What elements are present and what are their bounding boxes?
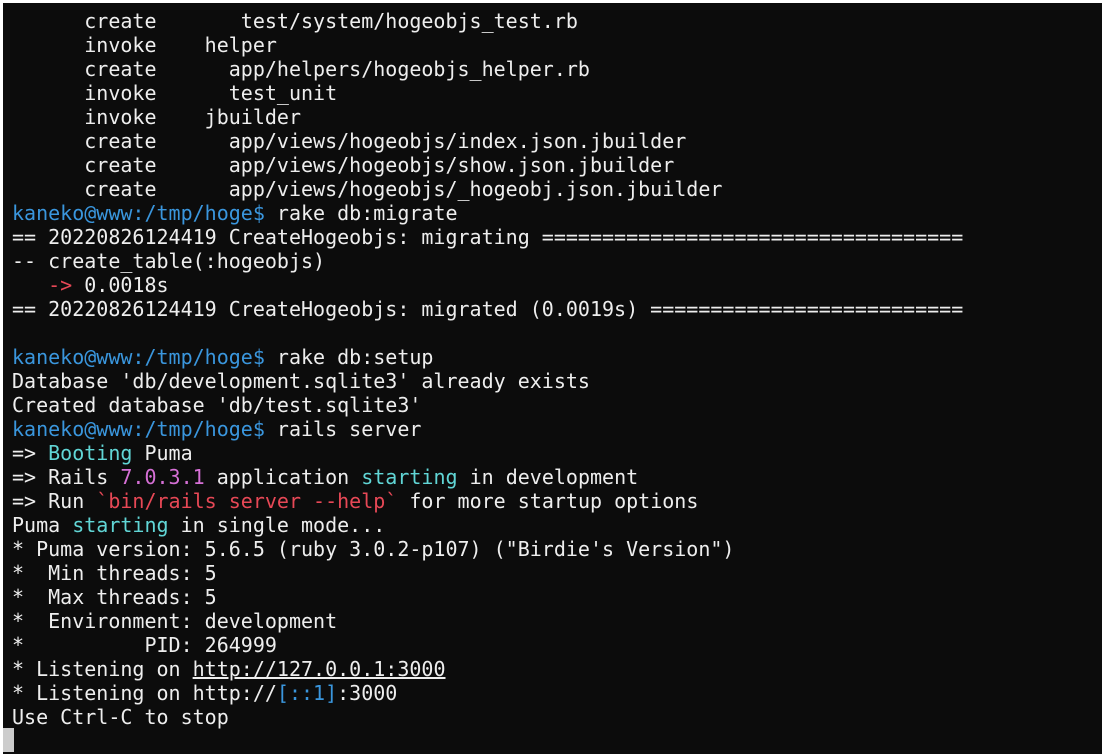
output-text: rails server — [264, 417, 422, 441]
output-text: rake db:setup — [264, 345, 434, 369]
output-text: Created database 'db/test.sqlite3' — [12, 393, 422, 417]
terminal-line: => Run `bin/rails server --help` for mor… — [12, 489, 963, 513]
output-text: rake db:migrate — [264, 201, 458, 225]
terminal-line: * PID: 264999 — [12, 633, 963, 657]
output-text: Use Ctrl-C to stop — [12, 705, 229, 729]
output-text: create app/views/hogeobjs/index.json.jbu… — [12, 129, 687, 153]
terminal-line: * Listening on http://127.0.0.1:3000 — [12, 657, 963, 681]
terminal-line: => Rails 7.0.3.1 application starting in… — [12, 465, 963, 489]
terminal-line: create test/system/hogeobjs_test.rb — [12, 9, 963, 33]
output-text: for more startup options — [397, 489, 699, 513]
url-link[interactable]: http://127.0.0.1:3000 — [193, 657, 446, 681]
output-text: * Min threads: 5 — [12, 561, 217, 585]
prompt-text: [::1] — [276, 681, 338, 705]
output-text: invoke test_unit — [12, 81, 338, 105]
output-text: in single mode... — [168, 513, 386, 537]
prompt-text: kaneko@www:/tmp/hoge$ — [12, 417, 265, 441]
output-text: invoke helper — [12, 33, 277, 57]
terminal-line: invoke jbuilder — [12, 105, 963, 129]
output-text: Puma — [12, 513, 73, 537]
output-text: * PID: 264999 — [12, 633, 277, 657]
output-text: => — [12, 441, 49, 465]
terminal-line: * Environment: development — [12, 609, 963, 633]
output-text: == 20220826124419 CreateHogeobjs: migrat… — [12, 297, 964, 321]
output-text: => Run — [12, 489, 97, 513]
output-text: * Listening on http:// — [12, 681, 277, 705]
terminal-line: Use Ctrl-C to stop — [12, 705, 963, 729]
output-text: invoke jbuilder — [12, 105, 301, 129]
terminal-line: create app/views/hogeobjs/index.json.jbu… — [12, 129, 963, 153]
output-text: -- create_table(:hogeobjs) — [12, 249, 326, 273]
terminal-line: kaneko@www:/tmp/hoge$ rake db:migrate — [12, 201, 963, 225]
output-text: Database 'db/development.sqlite3' alread… — [12, 369, 590, 393]
terminal-window[interactable]: create test/system/hogeobjs_test.rb invo… — [3, 3, 1102, 754]
output-text: Puma — [132, 441, 193, 465]
output-text: 0.0018s — [84, 273, 169, 297]
terminal-line: Puma starting in single mode... — [12, 513, 963, 537]
terminal-line: create app/views/hogeobjs/show.json.jbui… — [12, 153, 963, 177]
terminal-line: -- create_table(:hogeobjs) — [12, 249, 963, 273]
terminal-line: * Listening on http://[::1]:3000 — [12, 681, 963, 705]
accent-text: `bin/rails server --help` — [96, 489, 398, 513]
terminal-line: create app/views/hogeobjs/_hogeobj.json.… — [12, 177, 963, 201]
terminal-line: kaneko@www:/tmp/hoge$ rails server — [12, 417, 963, 441]
terminal-line: Database 'db/development.sqlite3' alread… — [12, 369, 963, 393]
terminal-line: => Booting Puma — [12, 441, 963, 465]
output-text: create app/views/hogeobjs/_hogeobj.json.… — [12, 177, 723, 201]
highlight-text: starting — [72, 513, 169, 537]
terminal-line: == 20220826124419 CreateHogeobjs: migrat… — [12, 297, 963, 321]
output-text: * Puma version: 5.6.5 (ruby 3.0.2-p107) … — [12, 537, 735, 561]
output-text: create test/system/hogeobjs_test.rb — [12, 9, 578, 33]
output-text: create app/helpers/hogeobjs_helper.rb — [12, 57, 590, 81]
highlight-text: starting — [361, 465, 458, 489]
output-text: in development — [457, 465, 639, 489]
terminal-line: * Min threads: 5 — [12, 561, 963, 585]
version-text: 7.0.3.1 — [120, 465, 205, 489]
accent-text: -> — [12, 273, 85, 297]
terminal-line: -> 0.0018s — [12, 273, 963, 297]
terminal-line: invoke helper — [12, 33, 963, 57]
prompt-text: kaneko@www:/tmp/hoge$ — [12, 201, 265, 225]
terminal-line: * Puma version: 5.6.5 (ruby 3.0.2-p107) … — [12, 537, 963, 561]
output-text: * Max threads: 5 — [12, 585, 217, 609]
highlight-text: Booting — [48, 441, 133, 465]
prompt-text: kaneko@www:/tmp/hoge$ — [12, 345, 265, 369]
output-text: == 20220826124419 CreateHogeobjs: migrat… — [12, 225, 964, 249]
terminal-line: * Max threads: 5 — [12, 585, 963, 609]
output-text: => Rails — [12, 465, 121, 489]
terminal-line: == 20220826124419 CreateHogeobjs: migrat… — [12, 225, 963, 249]
output-text: :3000 — [337, 681, 398, 705]
terminal-line: invoke test_unit — [12, 81, 963, 105]
terminal-output: create test/system/hogeobjs_test.rb invo… — [12, 9, 963, 729]
output-text: * Listening on — [12, 657, 193, 681]
terminal-line: kaneko@www:/tmp/hoge$ rake db:setup — [12, 345, 963, 369]
output-text: create app/views/hogeobjs/show.json.jbui… — [12, 153, 675, 177]
output-text: application — [204, 465, 362, 489]
terminal-line: create app/helpers/hogeobjs_helper.rb — [12, 57, 963, 81]
output-text: * Environment: development — [12, 609, 338, 633]
terminal-line: Created database 'db/test.sqlite3' — [12, 393, 963, 417]
text-cursor — [3, 728, 14, 752]
